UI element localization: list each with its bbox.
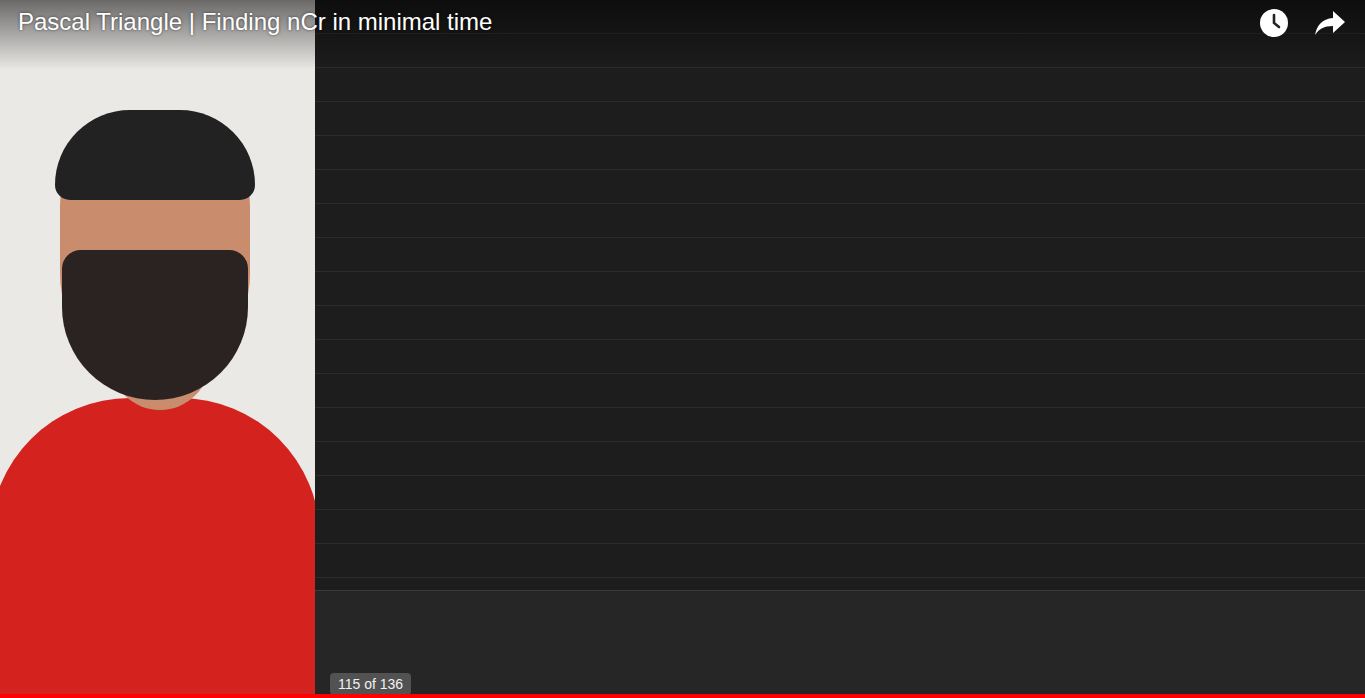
presenter-picture bbox=[0, 0, 315, 698]
progress-track[interactable] bbox=[0, 694, 1365, 698]
whiteboard-picture bbox=[315, 0, 1365, 698]
video-title[interactable]: Pascal Triangle | Finding nCr in minimal… bbox=[18, 6, 492, 38]
video-player[interactable]: Pascal Triangle | Finding nCr in minimal… bbox=[0, 0, 1365, 698]
progress-fill bbox=[0, 694, 1365, 698]
video-frame[interactable] bbox=[0, 0, 1365, 698]
share-arrow-icon[interactable] bbox=[1313, 6, 1347, 40]
clock-icon[interactable] bbox=[1257, 6, 1291, 40]
player-actions bbox=[1257, 6, 1347, 40]
playlist-position: 115 of 136 bbox=[330, 673, 411, 695]
